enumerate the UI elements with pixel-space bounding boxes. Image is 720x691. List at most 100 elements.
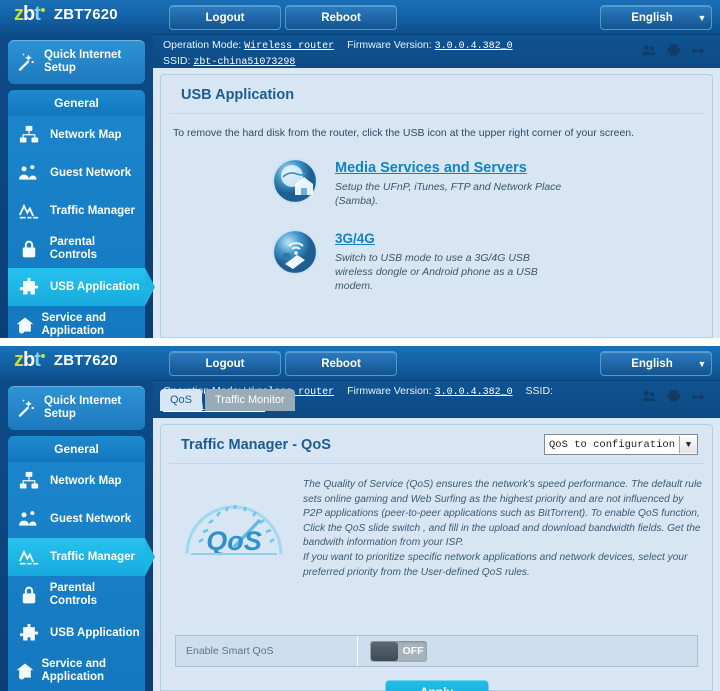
logout-button-a[interactable]: Logout xyxy=(169,5,281,30)
ssid-value-a[interactable]: zbt-china51073298 xyxy=(193,57,295,68)
sidebar-item-network-map-b[interactable]: Network Map xyxy=(8,462,145,500)
smart-qos-row: Enable Smart QoS OFF xyxy=(175,635,698,667)
tab-qos[interactable]: QoS xyxy=(160,389,203,411)
ssid-label-b: SSID: xyxy=(525,385,553,397)
sidebar-general-group-b: General Network Map Guest Network Traffi… xyxy=(8,436,155,691)
operation-mode-label-a: Operation Mode: xyxy=(163,39,242,51)
printer-icon-a[interactable] xyxy=(667,44,681,56)
language-selector-label-a: English xyxy=(631,11,673,24)
puzzle-icon-a xyxy=(8,277,50,297)
logo-letter-b: b xyxy=(23,3,35,25)
apply-button[interactable]: Apply xyxy=(385,680,488,691)
users-icon-a[interactable] xyxy=(642,44,656,56)
content-area-usb: USB Application To remove the hard disk … xyxy=(153,68,720,338)
qos-paragraph-1: The Quality of Service (QoS) ensures the… xyxy=(303,479,702,549)
tab-traffic-monitor[interactable]: Traffic Monitor xyxy=(205,389,295,411)
sidebar-item-usb-application-b[interactable]: USB Application xyxy=(8,614,145,652)
printer-icon-b[interactable] xyxy=(667,390,681,402)
sidebar-item-service-and-application-a[interactable]: Service and Application xyxy=(8,306,145,338)
logo-letter-b-b: b xyxy=(23,349,35,371)
smart-qos-toggle[interactable]: OFF xyxy=(370,640,427,662)
logout-button-b[interactable]: Logout xyxy=(169,351,281,376)
qos-tab-bar: QoS Traffic Monitor xyxy=(160,389,295,411)
operation-mode-value-a[interactable]: Wireless router xyxy=(244,41,334,52)
sidebar-item-label-guest-network-a: Guest Network xyxy=(50,166,132,179)
sidebar-item-label-usb-application-b: USB Application xyxy=(50,626,140,639)
sidebar-item-network-map-a[interactable]: Network Map xyxy=(8,116,145,154)
sidebar-item-quick-internet-setup-a[interactable]: Quick Internet Setup xyxy=(8,40,145,84)
sidebar-item-label-traffic-manager-b: Traffic Manager xyxy=(50,550,135,563)
top-header-bar-b: zbt ZBT7620 Logout Reboot English ▼ xyxy=(0,346,720,381)
router-model-name-a: ZBT7620 xyxy=(53,5,118,23)
service-app-icon-b xyxy=(8,661,41,681)
chevron-down-icon-qos-select: ▼ xyxy=(679,436,697,453)
router-ui-panel-qos: zbt ZBT7620 Logout Reboot English ▼ Oper… xyxy=(0,346,720,691)
qos-speedometer-icon: QoS xyxy=(185,505,283,556)
chevron-down-icon-a: ▼ xyxy=(697,12,707,23)
logo-letter-t-b: t xyxy=(34,349,41,371)
sidebar-item-label-network-map-a: Network Map xyxy=(50,128,122,141)
qos-description-text: The Quality of Service (QoS) ensures the… xyxy=(293,478,702,580)
list-item-media-services[interactable]: Media Services and Servers Setup the UFn… xyxy=(161,157,712,228)
sidebar-item-quick-internet-setup-b[interactable]: Quick Internet Setup xyxy=(8,386,145,430)
sidebar-item-label-traffic-manager-a: Traffic Manager xyxy=(50,204,135,217)
network-map-icon-a xyxy=(8,125,50,145)
reboot-button-b[interactable]: Reboot xyxy=(285,351,397,376)
3g4g-link[interactable]: 3G/4G xyxy=(335,231,375,246)
router-model-name-b: ZBT7620 xyxy=(53,351,118,369)
sidebar-item-usb-application-a[interactable]: USB Application xyxy=(8,268,155,306)
qos-configuration-select[interactable]: QoS to configuration ▼ xyxy=(544,434,698,455)
logo-letter-t: t xyxy=(34,3,41,25)
magic-wand-icon-a xyxy=(8,52,44,72)
media-services-link[interactable]: Media Services and Servers xyxy=(335,160,527,176)
sidebar-item-traffic-manager-b[interactable]: Traffic Manager xyxy=(8,538,155,576)
logo-dot-icon xyxy=(40,8,45,12)
reboot-button-a[interactable]: Reboot xyxy=(285,5,397,30)
logo-letter-z: z xyxy=(14,3,24,25)
firmware-value-b[interactable]: 3.0.0.4.382_0 xyxy=(435,387,513,398)
usb-icon-b[interactable] xyxy=(692,390,706,402)
traffic-manager-icon-b xyxy=(8,547,50,567)
page-title-usb: USB Application xyxy=(169,75,704,114)
content-area-qos: QoS to configuration ▼ Traffic Manager -… xyxy=(153,418,720,691)
chevron-down-icon-b: ▼ xyxy=(697,358,707,369)
zbt-logo-icon-b: zbt xyxy=(14,350,45,370)
sidebar-general-header-b: General xyxy=(8,436,145,462)
sidebar-item-label-quick-setup-b: Quick Internet Setup xyxy=(43,395,122,420)
sidebar-item-guest-network-a[interactable]: Guest Network xyxy=(8,154,145,192)
usb-icon-a[interactable] xyxy=(692,44,706,56)
qos-speedometer-icon-wrap: QoS xyxy=(175,478,293,580)
sidebar-item-parental-controls-b[interactable]: Parental Controls xyxy=(8,576,145,614)
sidebar-item-guest-network-b[interactable]: Guest Network xyxy=(8,500,145,538)
magic-wand-icon-b xyxy=(8,398,44,418)
brand-logo-a: zbt ZBT7620 xyxy=(14,4,118,24)
panel-divider xyxy=(0,338,720,346)
guest-network-icon-a xyxy=(8,163,50,183)
firmware-value-a[interactable]: 3.0.0.4.382_0 xyxy=(435,41,513,52)
media-services-description: Setup the UFnP, iTunes, FTP and Network … xyxy=(335,181,562,207)
puzzle-icon-b xyxy=(8,623,50,643)
language-selector-b[interactable]: English ▼ xyxy=(600,351,712,376)
language-selector-a[interactable]: English ▼ xyxy=(600,5,712,30)
sidebar-item-parental-controls-a[interactable]: Parental Controls xyxy=(8,230,145,268)
service-app-icon-a xyxy=(8,315,41,335)
lock-icon-a xyxy=(8,239,50,259)
network-map-icon-b xyxy=(8,471,50,491)
header-status-icons-b xyxy=(642,390,706,402)
guest-network-icon-b xyxy=(8,509,50,529)
usb-remove-disk-note: To remove the hard disk from the router,… xyxy=(173,127,635,139)
sidebar-item-label-quick-setup-a: Quick Internet Setup xyxy=(43,49,122,74)
sidebar-item-traffic-manager-a[interactable]: Traffic Manager xyxy=(8,192,145,230)
3g4g-description: Switch to USB mode to use a 3G/4G USB wi… xyxy=(335,252,538,292)
list-item-3g4g[interactable]: 3G/4G Switch to USB mode to use a 3G/4G … xyxy=(161,228,712,313)
zbt-logo-icon: zbt xyxy=(14,4,45,24)
router-ui-panel-usb: zbt ZBT7620 Logout Reboot English ▼ Oper… xyxy=(0,0,720,338)
sidebar-item-label-guest-network-b: Guest Network xyxy=(50,512,132,525)
sidebar-item-label-service-app-a: Service and Application xyxy=(41,312,107,337)
router-status-text-a: Operation Mode: Wireless router Firmware… xyxy=(163,38,640,70)
logo-letter-z-b: z xyxy=(14,349,24,371)
users-icon-b[interactable] xyxy=(642,390,656,402)
smart-qos-label: Enable Smart QoS xyxy=(176,636,358,666)
sidebar-item-service-and-application-b[interactable]: Service and Application xyxy=(8,652,145,690)
qos-card: QoS to configuration ▼ Traffic Manager -… xyxy=(160,424,713,691)
